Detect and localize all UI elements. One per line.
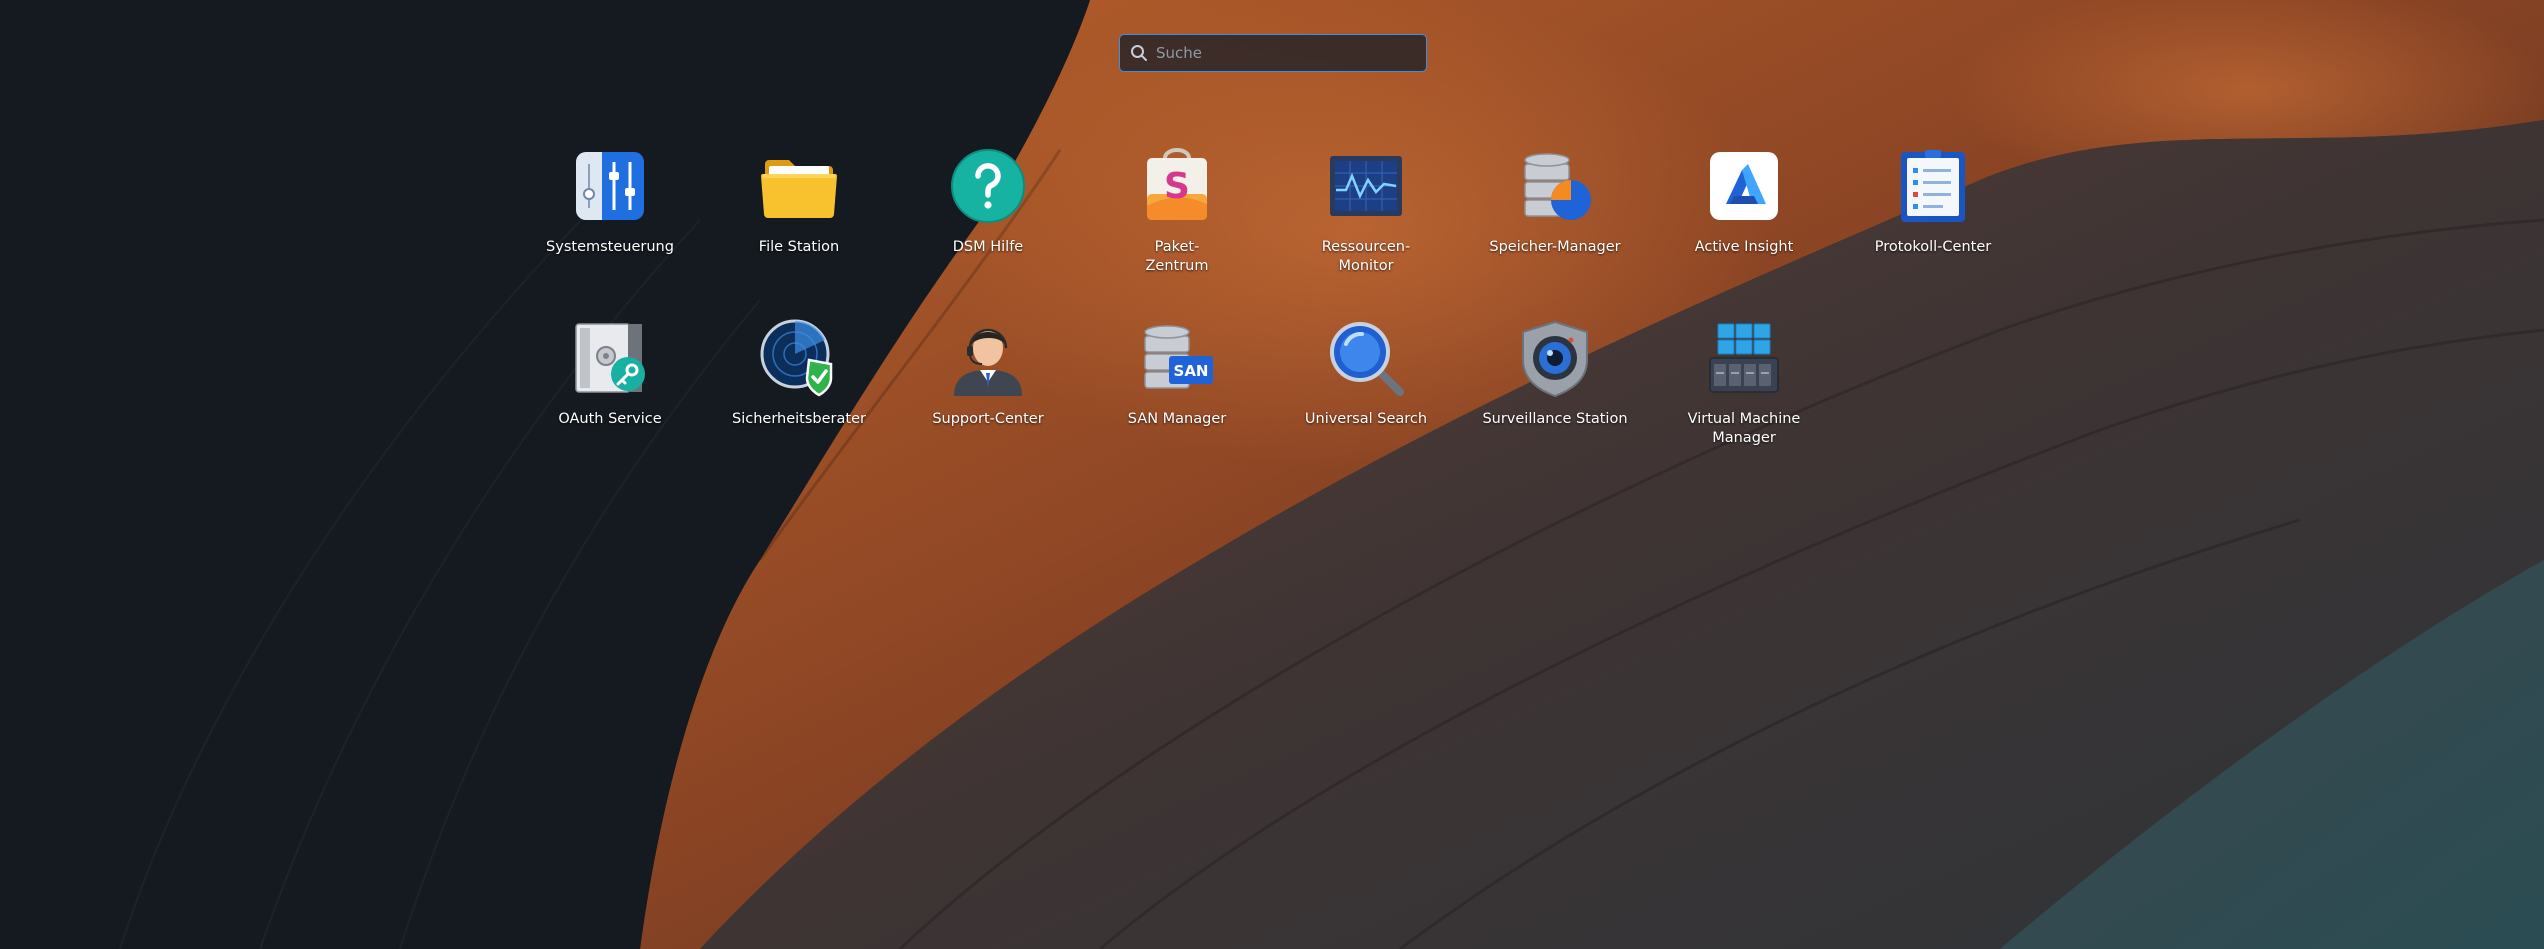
support-agent-icon bbox=[954, 328, 1022, 396]
app-label: Speicher-Manager bbox=[1489, 239, 1621, 255]
app-label: Sicherheitsberater bbox=[732, 411, 866, 427]
virtual-machine-icon bbox=[1709, 323, 1779, 393]
svg-text:S: S bbox=[1164, 166, 1190, 207]
app-label: Active Insight bbox=[1694, 239, 1794, 255]
app-file-station[interactable]: File Station bbox=[704, 146, 894, 257]
app-sicherheitsberater[interactable]: Sicherheitsberater bbox=[704, 318, 894, 429]
log-center-icon bbox=[1901, 150, 1965, 222]
app-label: Virtual Machine Manager bbox=[1687, 411, 1801, 446]
app-oauth-service[interactable]: OAuth Service bbox=[515, 318, 705, 429]
package-center-icon: S bbox=[1147, 148, 1207, 220]
app-virtual-machine-manager[interactable]: Virtual Machine Manager bbox=[1649, 318, 1839, 448]
app-label: File Station bbox=[758, 239, 840, 255]
security-advisor-icon bbox=[760, 319, 833, 397]
storage-manager-icon bbox=[1524, 153, 1591, 220]
resource-monitor-icon bbox=[1330, 156, 1402, 216]
universal-search-icon bbox=[1330, 322, 1404, 396]
app-san-manager[interactable]: SAN SAN Manager bbox=[1082, 318, 1272, 429]
app-protokoll-center[interactable]: Protokoll-Center bbox=[1838, 146, 2028, 257]
app-active-insight[interactable]: Active Insight bbox=[1649, 146, 1839, 257]
app-systemsteuerung[interactable]: Systemsteuerung bbox=[515, 146, 705, 257]
svg-text:SAN: SAN bbox=[1174, 362, 1209, 380]
app-label: OAuth Service bbox=[558, 411, 662, 427]
app-paket-zentrum[interactable]: S Paket- Zentrum bbox=[1082, 146, 1272, 276]
app-universal-search[interactable]: Universal Search bbox=[1271, 318, 1461, 429]
active-insight-icon bbox=[1710, 152, 1778, 220]
app-support-center[interactable]: Support-Center bbox=[893, 318, 1083, 429]
app-ressourcen-monitor[interactable]: Ressourcen- Monitor bbox=[1271, 146, 1461, 276]
app-label: Protokoll-Center bbox=[1874, 239, 1992, 255]
app-label: Support-Center bbox=[932, 411, 1044, 427]
app-label: Surveillance Station bbox=[1482, 411, 1628, 427]
app-surveillance-station[interactable]: Surveillance Station bbox=[1460, 318, 1650, 429]
oauth-safe-icon bbox=[575, 323, 645, 393]
app-label: Paket- Zentrum bbox=[1145, 239, 1209, 274]
san-manager-icon: SAN bbox=[1144, 325, 1213, 389]
surveillance-camera-icon bbox=[1522, 320, 1588, 398]
app-label: Ressourcen- Monitor bbox=[1321, 239, 1411, 274]
app-label: SAN Manager bbox=[1127, 411, 1227, 427]
app-label: DSM Hilfe bbox=[952, 239, 1024, 255]
app-launcher-grid: Systemsteuerung File Station DSM Hilfe S… bbox=[0, 0, 2544, 949]
app-speicher-manager[interactable]: Speicher-Manager bbox=[1460, 146, 1650, 257]
control-panel-icon bbox=[576, 152, 644, 220]
app-dsm-hilfe[interactable]: DSM Hilfe bbox=[893, 146, 1083, 257]
app-label: Universal Search bbox=[1304, 411, 1428, 427]
folder-icon bbox=[761, 160, 837, 218]
app-label: Systemsteuerung bbox=[546, 239, 674, 255]
help-question-icon bbox=[951, 149, 1025, 223]
